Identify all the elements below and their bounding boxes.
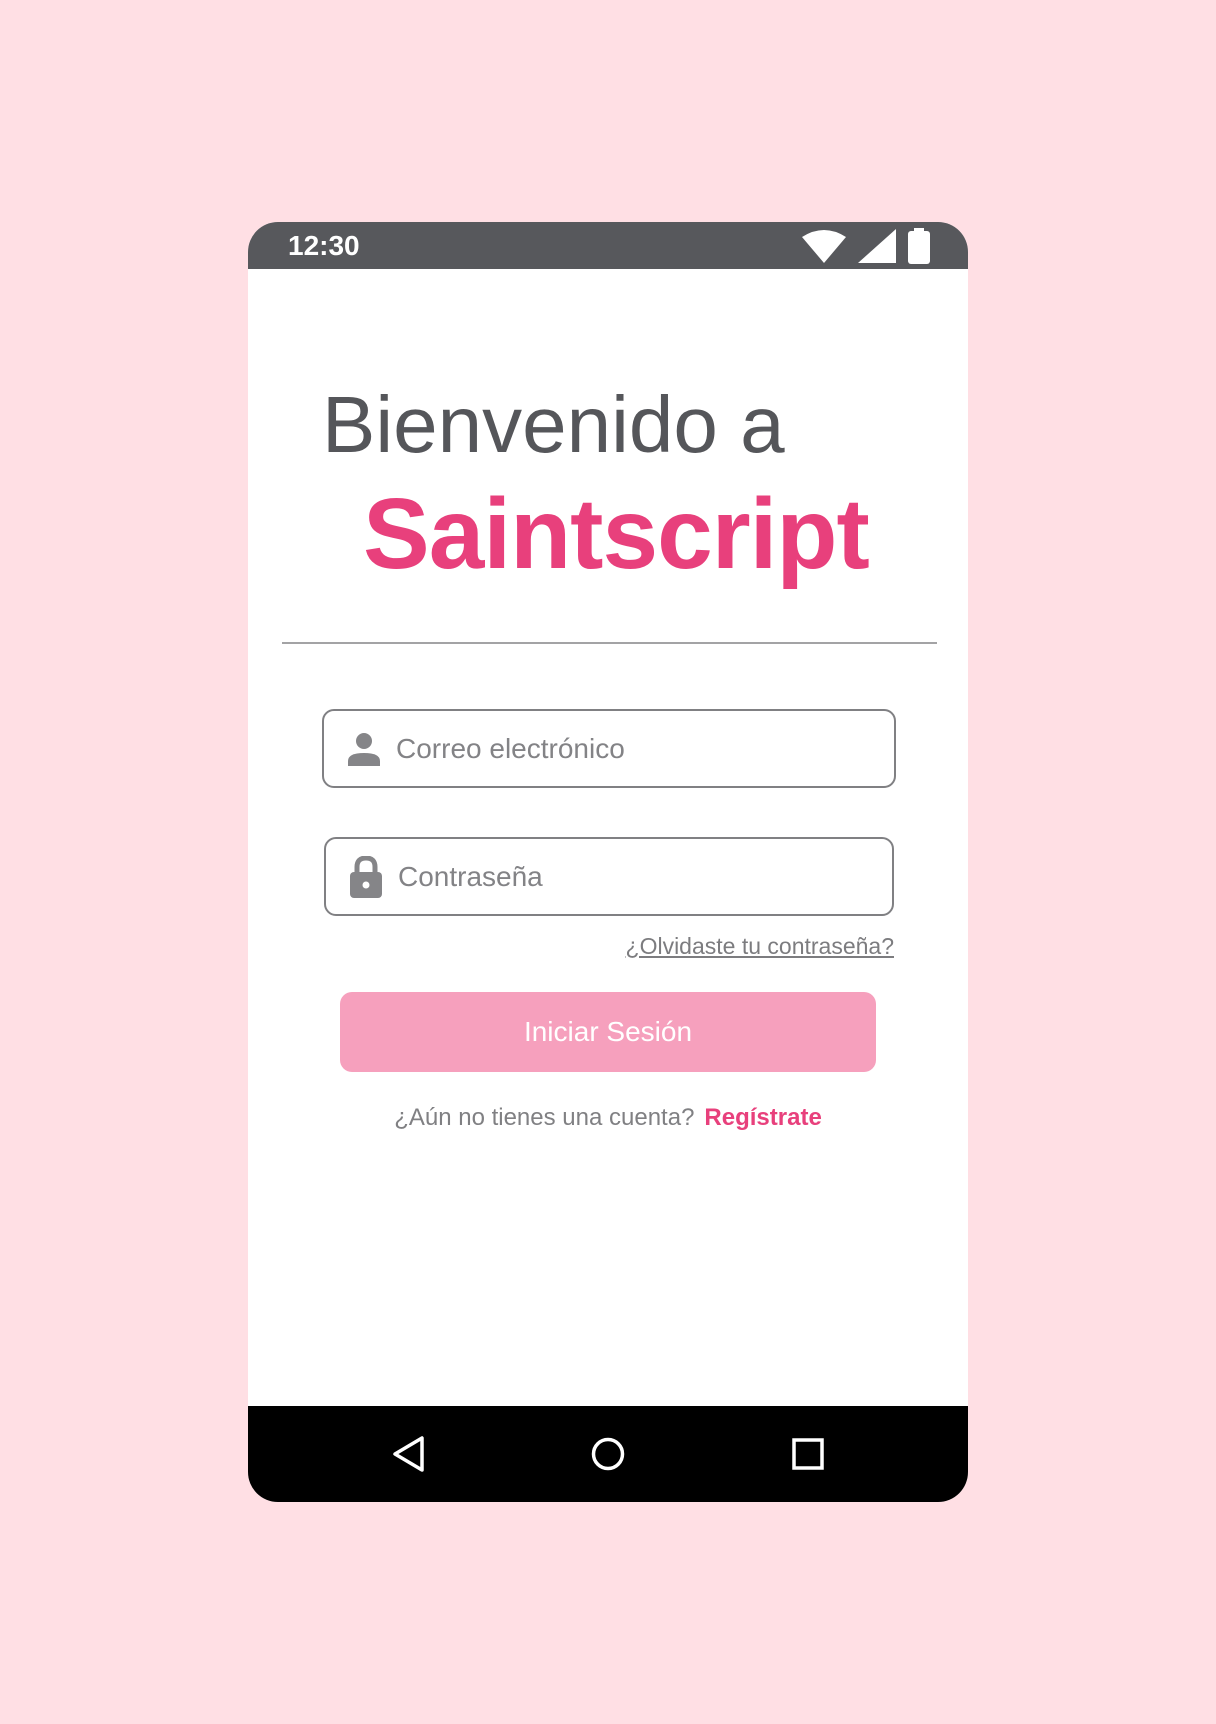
signup-question: ¿Aún no tienes una cuenta? — [394, 1104, 695, 1131]
home-icon[interactable] — [585, 1431, 631, 1477]
email-input[interactable] — [396, 732, 836, 765]
back-icon[interactable] — [386, 1431, 432, 1477]
status-bar: 12:30 — [248, 222, 968, 269]
forgot-password-link[interactable]: ¿Olvidaste tu contraseña? — [626, 933, 894, 960]
wifi-icon — [802, 229, 846, 263]
cell-signal-icon — [858, 229, 896, 263]
login-button[interactable]: Iniciar Sesión — [340, 992, 876, 1072]
password-input[interactable] — [398, 860, 838, 893]
signup-link[interactable]: Regístrate — [704, 1104, 821, 1131]
user-icon — [344, 727, 384, 771]
signup-prompt: ¿Aún no tienes una cuenta? Regístrate — [248, 1104, 968, 1132]
recents-icon[interactable] — [785, 1431, 831, 1477]
email-field[interactable] — [322, 709, 896, 788]
status-time: 12:30 — [288, 230, 360, 261]
status-icons — [802, 228, 930, 264]
password-field[interactable] — [324, 837, 894, 916]
phone-screen: 12:30 Bienvenido a Saintscript Correo el… — [248, 222, 968, 1502]
brand-title: Saintscript — [363, 478, 870, 590]
welcome-heading: Bienvenido a — [322, 380, 785, 469]
navigation-bar — [248, 1406, 968, 1502]
divider — [282, 642, 937, 644]
lock-icon — [346, 855, 386, 899]
battery-icon — [908, 228, 930, 264]
